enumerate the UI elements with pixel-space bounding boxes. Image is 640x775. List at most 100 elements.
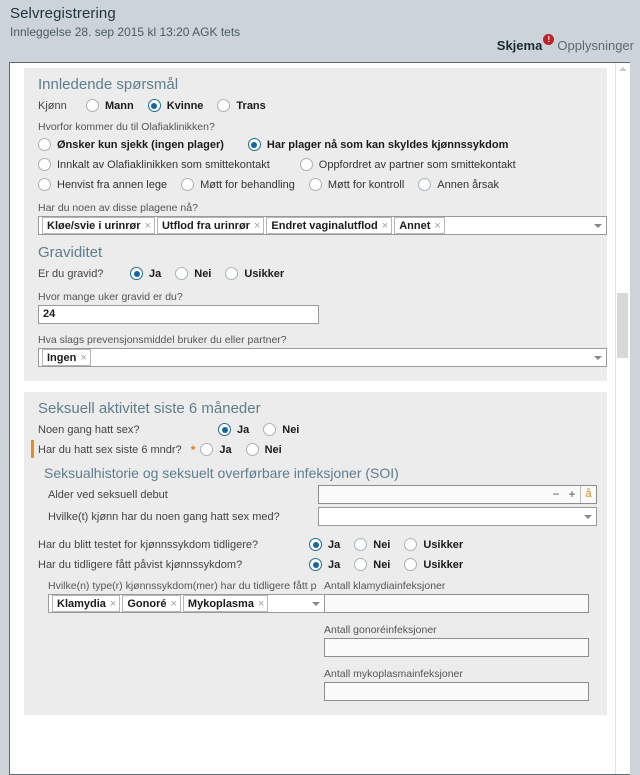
uker-gravid-input[interactable]: 24	[38, 305, 319, 324]
radio-testet-ja[interactable]	[309, 538, 322, 551]
radio-pavist-ja[interactable]	[309, 558, 322, 571]
radio-sex-siste-6-nei[interactable]	[245, 443, 259, 456]
count-klamydia-label: Antall klamydiainfeksjoner	[324, 580, 446, 592]
chip-plager-0[interactable]: Kløe/svie i urinrør ×	[42, 217, 155, 234]
chevron-down-icon[interactable]	[584, 515, 592, 519]
radio-reason-kontroll-label: Møtt for kontroll	[327, 178, 405, 191]
partner-kjonn-select[interactable]	[318, 507, 597, 526]
chip-remove-icon[interactable]: ×	[145, 220, 151, 232]
radio-sex-siste-6-ja[interactable]	[200, 443, 214, 456]
count-mykoplasma-input[interactable]	[324, 682, 589, 701]
radio-reason-henvist[interactable]	[38, 178, 51, 191]
radio-reason-oppfordret[interactable]	[299, 158, 313, 171]
chip-sti-0[interactable]: Klamydia ×	[52, 595, 121, 612]
radio-reason-sjekk[interactable]	[38, 138, 51, 151]
sti-types-multiselect[interactable]: Klamydia × Gonoré × Mykoplasma ×	[48, 594, 325, 613]
chip-remove-icon[interactable]: ×	[80, 352, 86, 364]
alder-debut-input[interactable]	[319, 486, 548, 503]
tab-skjema[interactable]: Skjema !	[497, 34, 555, 53]
chip-plager-3[interactable]: Annet ×	[394, 217, 445, 234]
field-alder-debut: Alder ved seksuell debut − + å	[48, 485, 597, 504]
infection-counts-column: Antall klamydiainfeksjoner Antall gonoré…	[324, 580, 594, 701]
form-frame: Innledende spørsmål Kjønn Mann Kvinne Tr…	[9, 62, 630, 775]
tab-opplysninger[interactable]: Opplysninger ⚠	[557, 38, 634, 53]
chip-plager-3-label: Annet	[399, 219, 431, 232]
radio-noen-gang-nei-label: Nei	[282, 423, 300, 436]
scrollbar-thumb[interactable]	[617, 293, 628, 358]
chevron-down-icon[interactable]	[594, 356, 602, 360]
radio-kjonn-mann[interactable]	[86, 99, 99, 112]
chip-plager-0-label: Kløe/svie i urinrør	[47, 219, 141, 232]
chip-sti-1[interactable]: Gonoré ×	[122, 595, 181, 612]
count-klamydia-input[interactable]	[324, 594, 589, 613]
alder-debut-label: Alder ved seksuell debut	[48, 488, 168, 501]
chip-prevensjon-0[interactable]: Ingen ×	[42, 349, 91, 366]
chip-plager-1[interactable]: Utflod fra urinrør ×	[156, 217, 265, 234]
sti-details-block: Hvilke(n) type(r) kjønnssykdom(mer) har …	[34, 580, 597, 701]
radio-kjonn-kvinne-label: Kvinne	[166, 99, 204, 112]
chevron-down-icon[interactable]	[312, 602, 320, 606]
chip-plager-2-label: Endret vaginalutflod	[271, 219, 378, 232]
radio-reason-kontroll[interactable]	[308, 178, 322, 191]
chip-remove-icon[interactable]: ×	[382, 220, 388, 232]
page-title: Selvregistrering	[10, 5, 116, 22]
radio-testet-nei-label: Nei	[373, 538, 391, 551]
radio-testet-nei[interactable]	[354, 538, 368, 551]
radio-reason-sjekk-label: Ønsker kun sjekk (ingen plager)	[57, 138, 224, 151]
sex-siste-6-label: Har du hatt sex siste 6 mndr?	[38, 443, 182, 456]
radio-pavist-usikker[interactable]	[404, 558, 418, 571]
chip-remove-icon[interactable]: ×	[434, 220, 440, 232]
chip-sti-2[interactable]: Mykoplasma ×	[182, 595, 269, 612]
app-header: Selvregistrering Innleggelse 28. sep 201…	[0, 0, 640, 58]
scroll-up-arrow-icon[interactable]	[619, 67, 627, 71]
radio-noen-gang-nei[interactable]	[263, 423, 277, 436]
decrement-icon[interactable]: −	[548, 486, 564, 503]
field-sex-siste-6-mndr: Har du hatt sex siste 6 mndr? * Ja Nei	[31, 440, 597, 459]
increment-icon[interactable]: +	[564, 486, 580, 503]
radio-noen-gang-ja[interactable]	[218, 423, 231, 436]
field-pavist-tidligere: Har du tidligere fått påvist kjønnssykdo…	[38, 555, 597, 574]
tab-bar: Skjema ! Opplysninger ⚠	[485, 34, 634, 58]
chip-remove-icon[interactable]: ×	[170, 598, 176, 610]
radio-pavist-ja-label: Ja	[328, 558, 341, 571]
chevron-down-icon[interactable]	[594, 224, 602, 228]
chip-plager-2[interactable]: Endret vaginalutflod ×	[266, 217, 393, 234]
radio-pavist-nei[interactable]	[354, 558, 368, 571]
count-gonore-input[interactable]	[324, 638, 589, 657]
field-uker-gravid: Hvor mange uker gravid er du? 24	[38, 291, 597, 324]
scrollbar-vertical[interactable]	[615, 63, 630, 774]
radio-kjonn-trans[interactable]	[217, 99, 231, 112]
radio-kjonn-kvinne[interactable]	[147, 99, 161, 112]
chip-remove-icon[interactable]: ×	[254, 220, 260, 232]
noen-gang-label: Noen gang hatt sex?	[38, 423, 140, 436]
radio-reason-innkalt-label: Innkalt av Olafiaklinikken som smittekon…	[57, 158, 270, 171]
radio-testet-usikker[interactable]	[404, 538, 418, 551]
radio-gravid-nei-label: Nei	[194, 267, 212, 280]
radio-pavist-nei-label: Nei	[373, 558, 391, 571]
required-indicator-bar	[31, 440, 34, 458]
radio-reason-behandling[interactable]	[181, 178, 195, 191]
radio-gravid-nei[interactable]	[175, 267, 189, 280]
field-noen-gang-hatt-sex: Noen gang hatt sex? Ja Nei	[38, 420, 597, 439]
count-mykoplasma-label: Antall mykoplasmainfeksjoner	[324, 668, 463, 680]
radio-gravid-ja[interactable]	[130, 267, 143, 280]
chip-sti-2-label: Mykoplasma	[187, 597, 254, 610]
reason-row-3: Henvist fra annen lege Møtt for behandli…	[38, 175, 597, 194]
radio-reason-innkalt[interactable]	[38, 158, 51, 171]
plager-multiselect[interactable]: Kløe/svie i urinrør × Utflod fra urinrør…	[38, 216, 607, 235]
chip-remove-icon[interactable]: ×	[110, 598, 116, 610]
radio-reason-annen[interactable]	[418, 178, 432, 191]
chip-remove-icon[interactable]: ×	[258, 598, 264, 610]
tab-opplysninger-label: Opplysninger	[557, 38, 634, 53]
radio-gravid-usikker[interactable]	[225, 267, 239, 280]
radio-reason-annen-label: Annen årsak	[437, 178, 500, 191]
sti-types-label: Hvilke(n) type(r) kjønnssykdom(mer) har …	[48, 580, 317, 592]
count-gonore-label: Antall gonoréinfeksjoner	[324, 624, 437, 636]
field-partner-kjonn: Hvilke(t) kjønn har du noen gang hatt se…	[48, 507, 597, 526]
section-title-innledende: Innledende spørsmål	[38, 76, 179, 93]
chip-prevensjon-0-label: Ingen	[47, 351, 77, 364]
radio-reason-plager[interactable]	[247, 138, 261, 151]
prevensjon-multiselect[interactable]: Ingen ×	[38, 348, 607, 367]
alder-debut-spinner[interactable]: − + å	[318, 485, 597, 504]
required-asterisk: *	[190, 442, 196, 457]
